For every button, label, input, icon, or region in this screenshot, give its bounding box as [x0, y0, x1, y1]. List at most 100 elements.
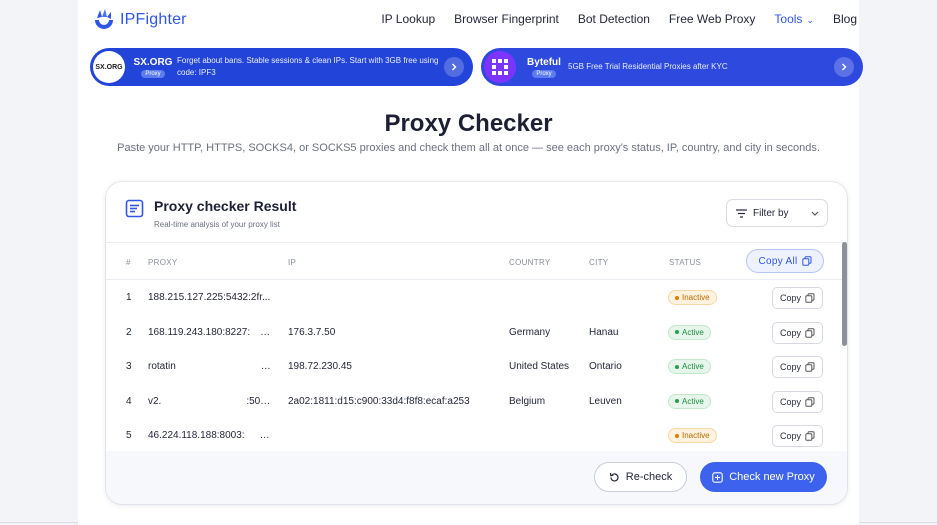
- status-dot-icon: [675, 364, 679, 369]
- copy-row-button[interactable]: Copy: [772, 356, 823, 378]
- status-badge: Inactive: [668, 428, 717, 443]
- status-badge: Inactive: [668, 290, 717, 305]
- chevron-right-icon[interactable]: [444, 57, 464, 77]
- copy-label: Copy: [779, 362, 801, 372]
- banner-text: 5GB Free Trial Residential Proxies after…: [568, 62, 728, 71]
- sx-org-logo-text: SX.ORG: [95, 63, 123, 71]
- nav-tools-label: Tools: [774, 12, 803, 26]
- banner-text: Forget about bans. Stable sessions & cle…: [177, 56, 439, 77]
- result-card: Proxy checker Result Real-time analysis …: [106, 182, 847, 504]
- card-footer: Re-check Check new Proxy: [106, 451, 847, 504]
- nav-blog[interactable]: Blog: [833, 12, 857, 26]
- col-num: #: [126, 258, 131, 267]
- top-nav: IPFighter IP Lookup Browser Fingerprint …: [78, 0, 859, 40]
- col-proxy: PROXY: [148, 258, 178, 267]
- filter-label: Filter by: [753, 207, 789, 219]
- nav-ip-lookup[interactable]: IP Lookup: [381, 12, 435, 26]
- status-badge: Active: [668, 359, 711, 374]
- copy-icon: [805, 396, 815, 407]
- sx-org-logo: SX.ORG: [93, 51, 125, 83]
- table-row: 2 168.119.243.180:8227: ... 176.3.7.50 G…: [106, 316, 847, 351]
- row-number: 3: [126, 361, 132, 372]
- document-list-icon: [125, 199, 144, 218]
- page-gutter-right: [859, 0, 937, 525]
- page-subtitle: Paste your HTTP, HTTPS, SOCKS4, or SOCKS…: [117, 142, 820, 154]
- copy-icon: [805, 293, 815, 303]
- row-proxy: 168.119.243.180:8227: ...: [148, 326, 273, 338]
- copy-icon: [805, 327, 815, 338]
- logo[interactable]: IPFighter: [92, 8, 187, 32]
- col-country: COUNTRY: [509, 258, 551, 267]
- chevron-down-icon: [811, 211, 819, 216]
- copy-label: Copy: [779, 396, 801, 407]
- nav-bot-detection[interactable]: Bot Detection: [578, 12, 650, 26]
- banner-brand: Byteful Proxy: [524, 57, 564, 78]
- row-country: Germany: [509, 326, 551, 338]
- copy-row-button[interactable]: Copy: [772, 390, 823, 413]
- row-number: 1: [126, 292, 132, 303]
- status-label: Active: [682, 327, 704, 337]
- copy-row-button[interactable]: Copy: [772, 287, 823, 309]
- row-number: 2: [126, 326, 132, 338]
- copy-row-button[interactable]: Copy: [772, 321, 823, 344]
- recheck-button[interactable]: Re-check: [594, 462, 687, 492]
- chevron-right-icon[interactable]: [834, 57, 854, 77]
- status-badge: Active: [668, 393, 711, 409]
- status-label: Active: [682, 362, 704, 371]
- row-number: 5: [126, 430, 132, 441]
- row-country: United States: [509, 361, 570, 372]
- card-title: Proxy checker Result: [154, 198, 297, 214]
- row-city: Hanau: [589, 326, 619, 338]
- status-label: Inactive: [682, 293, 710, 302]
- status-label: Inactive: [682, 431, 710, 440]
- status-dot-icon: [675, 295, 679, 300]
- row-number: 4: [126, 395, 132, 407]
- table-header: # PROXY IP COUNTRY CITY STATUS Copy All: [106, 242, 847, 280]
- copy-icon: [805, 362, 815, 372]
- page: IPFighter IP Lookup Browser Fingerprint …: [78, 0, 863, 525]
- banner-brand: SX.ORG Proxy: [133, 57, 173, 78]
- ipfighter-logo-icon: [95, 9, 113, 29]
- filter-dropdown[interactable]: Filter by: [726, 199, 828, 227]
- status-dot-icon: [675, 399, 679, 403]
- banner-brand-tag: Proxy: [141, 69, 165, 78]
- row-proxy: 46.224.118.188:8003: ...: [148, 430, 273, 441]
- banner-brand-name: Byteful: [527, 56, 561, 68]
- filter-icon: [736, 208, 747, 218]
- row-proxy: v2. :500...: [148, 395, 273, 407]
- status-dot-icon: [675, 330, 679, 334]
- row-ip: 2a02:1811:d15:c900:33d4:f8f8:ecaf:a253: [288, 395, 470, 407]
- status-label: Active: [682, 396, 704, 406]
- byteful-logo-icon: [484, 51, 516, 83]
- col-status: STATUS: [669, 258, 702, 267]
- copy-label: Copy: [779, 327, 801, 338]
- banner-sx-org[interactable]: SX.ORG SX.ORG Proxy Forget about bans. S…: [90, 48, 473, 86]
- brand-name: IPFighter: [120, 11, 187, 28]
- nav-free-web-proxy[interactable]: Free Web Proxy: [669, 12, 755, 26]
- row-city: Leuven: [589, 395, 622, 407]
- copy-row-button[interactable]: Copy: [772, 425, 823, 447]
- chevron-down-icon: ⌄: [806, 15, 814, 25]
- banner-brand-tag: Proxy: [532, 69, 556, 78]
- col-ip: IP: [288, 258, 297, 267]
- table-scrollbar[interactable]: [842, 242, 847, 346]
- recheck-label: Re-check: [625, 471, 673, 483]
- table-row: 3 rotatin co... 198.72.230.45 United Sta…: [106, 350, 847, 385]
- row-proxy: rotatin co...: [148, 361, 273, 372]
- col-city: CITY: [589, 258, 609, 267]
- plus-square-icon: [712, 471, 723, 483]
- table-body: 1 188.215.127.225:5432:2fr... Inactive C…: [106, 281, 847, 451]
- copy-label: Copy: [779, 293, 801, 303]
- table-row: 5 46.224.118.188:8003: ... Inactive Copy: [106, 419, 847, 451]
- row-ip: 198.72.230.45: [288, 361, 352, 372]
- copy-icon: [805, 431, 815, 441]
- banner-byteful[interactable]: Byteful Proxy 5GB Free Trial Residential…: [481, 48, 863, 86]
- banner-brand-name: SX.ORG: [133, 56, 173, 68]
- nav-browser-fingerprint[interactable]: Browser Fingerprint: [454, 12, 559, 26]
- page-title: Proxy Checker: [384, 110, 553, 137]
- nav-tools[interactable]: Tools ⌄: [774, 12, 814, 26]
- copy-all-label: Copy All: [758, 255, 798, 267]
- status-badge: Active: [668, 324, 711, 340]
- copy-all-button[interactable]: Copy All: [746, 249, 824, 273]
- check-new-proxy-button[interactable]: Check new Proxy: [700, 462, 827, 492]
